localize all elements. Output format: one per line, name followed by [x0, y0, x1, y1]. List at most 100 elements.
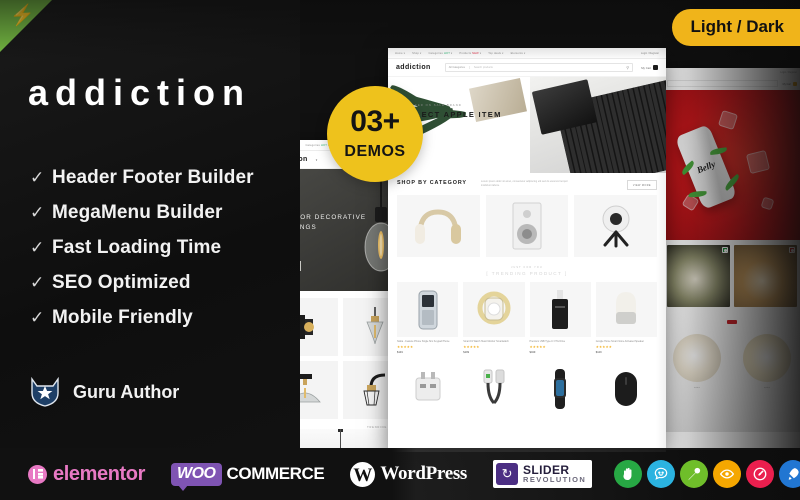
center-topnav: Home ▾ Shop ▾ Categories HOT ▾ Products …: [388, 48, 666, 59]
table-row[interactable]: Google Home Smart Voice Activated Speake…: [595, 282, 657, 354]
list-item[interactable]: [743, 334, 791, 382]
demos-count-badge: 03+ DEMOS: [327, 86, 423, 182]
list-item[interactable]: [734, 245, 797, 307]
woocommerce-label: COMMERCE: [226, 464, 325, 483]
speedometer-icon[interactable]: [746, 460, 775, 488]
beverage-can: Belly: [674, 124, 742, 210]
mockup-center-electronics: Home ▾ Shop ▾ Categories HOT ▾ Products …: [388, 48, 666, 452]
hand-icon[interactable]: [614, 460, 643, 488]
nav-item-products[interactable]: Products NEW ▾: [459, 52, 481, 55]
table-row[interactable]: Smart Fit Watch Heart Monitor Smartwatch…: [463, 282, 525, 354]
demos-label: DEMOS: [344, 143, 406, 160]
can-brand-name: Belly: [695, 159, 717, 176]
right-search-bar: My Cart: [662, 77, 800, 90]
lightning-bolt-icon: ⚡: [9, 4, 36, 28]
list-item[interactable]: [596, 360, 657, 418]
microphone-icon[interactable]: [680, 460, 709, 488]
trending-header: JUST FOR YOU [ TRENDING PRODUCT ]: [388, 257, 666, 282]
refresh-arrows-icon: ↻: [496, 463, 519, 485]
right-cart-link[interactable]: My Cart: [783, 81, 797, 86]
light-dark-badge[interactable]: Light / Dark: [672, 9, 800, 46]
center-search[interactable]: All Categories Search products ⚲: [444, 63, 634, 72]
rating-stars: ★★★★★: [397, 345, 414, 350]
table-row[interactable]: Premium USB Type-C OTG Drive ★★★★★ $049: [529, 282, 591, 354]
right-food-cards: [662, 240, 800, 312]
category-section-header: SHOP BY CATEGORY Lorem ipsum dolor sit a…: [388, 173, 666, 195]
section-description: Lorem ipsum dolor sit amet, consectetur …: [480, 180, 568, 188]
list-item: ✓ MegaMenu Builder: [30, 195, 254, 230]
list-item[interactable]: [397, 195, 480, 257]
dish-name: ●●●●: [694, 386, 700, 389]
product-price: $049: [529, 350, 536, 354]
center-account-link[interactable]: Login / Register: [641, 52, 659, 55]
hero-laptop-image: [530, 77, 666, 173]
trending-title: [ TRENDING PRODUCT ]: [486, 271, 568, 276]
category-grid: [388, 195, 666, 257]
right-account-link[interactable]: Login / Register: [780, 71, 797, 74]
check-icon: ✓: [30, 168, 45, 187]
rating-stars: ★★★★★: [529, 345, 546, 350]
slider-revolution-bottom: REVOLUTION: [523, 475, 587, 485]
rating-stars: ★★★★★: [463, 345, 480, 350]
feature-label: Mobile Friendly: [52, 306, 193, 328]
list-item[interactable]: [574, 195, 658, 257]
wordpress-icon: W: [350, 461, 376, 487]
elementor-label: elementor: [53, 462, 145, 485]
feature-list: ✓ Header Footer Builder ✓ MegaMenu Build…: [30, 160, 254, 335]
list-item[interactable]: [485, 195, 569, 257]
product-price: $149: [397, 350, 403, 354]
nav-item-categories[interactable]: Categories HOT ▾: [428, 52, 452, 55]
product-name: Smart Fit Watch Heart Monitor Smartwatch: [463, 340, 509, 343]
check-icon: ✓: [30, 238, 45, 257]
center-hero: BEST OFFER ON SALE BRAND COLLECT APPLE I…: [388, 77, 666, 173]
plugin-icon-row: [614, 460, 800, 488]
nav-item-home[interactable]: Home ▾: [395, 52, 405, 55]
right-topbar: Login / Register: [662, 68, 800, 77]
list-item: ✓ Mobile Friendly: [30, 300, 254, 335]
guru-cat-shield-icon: [31, 377, 59, 407]
section-tag: [727, 320, 737, 324]
list-item[interactable]: [667, 245, 730, 307]
center-logo[interactable]: addiction: [396, 64, 431, 71]
product-price: $129: [595, 350, 602, 354]
tech-logo-bar: elementor WOO COMMERCE W WordPress ↻ SLI…: [0, 448, 800, 500]
page-title: addiction: [28, 72, 251, 113]
mockup-right-food-drink: Login / Register My Cart Belly ●●●● ●●●●: [662, 68, 800, 450]
woocommerce-logo: WOO COMMERCE: [171, 462, 325, 491]
search-category-select[interactable]: All Categories: [449, 66, 470, 69]
view-more-button[interactable]: VIEW MORE: [626, 180, 657, 190]
rocket-icon[interactable]: [779, 460, 800, 488]
slider-revolution-logo: ↻ SLIDER REVOLUTION: [493, 460, 593, 488]
list-item[interactable]: [463, 360, 524, 418]
section-title: SHOP BY CATEGORY: [397, 180, 467, 186]
nav-item-elements[interactable]: Elements ▾: [511, 52, 526, 55]
center-cart-link[interactable]: My Cart: [641, 65, 658, 70]
right-search-input[interactable]: [667, 80, 778, 87]
product-name: Google Home Smart Voice Activated Speake…: [595, 340, 644, 343]
left-cart-link[interactable]: ▾: [316, 158, 317, 162]
list-item[interactable]: [673, 334, 721, 382]
rating-stars: ★★★★★: [595, 345, 612, 350]
center-brandbar: addiction All Categories Search products…: [388, 59, 666, 77]
nav-item[interactable]: Categories HOT ▾: [305, 144, 329, 147]
table-row[interactable]: Nokia - Feature Phone Single Sim Keypad …: [397, 282, 459, 354]
right-hero-beverage: Belly: [662, 90, 800, 240]
eye-icon[interactable]: [713, 460, 742, 488]
list-item: ✓ Header Footer Builder: [30, 160, 254, 195]
nav-item-shop[interactable]: Shop ▾: [412, 52, 421, 55]
product-price: $199: [463, 350, 470, 354]
list-item[interactable]: [530, 360, 591, 418]
search-input[interactable]: Search products: [474, 66, 493, 69]
feature-label: SEO Optimized: [52, 271, 191, 293]
elementor-logo: elementor: [28, 463, 145, 486]
trending-product-row-2: [388, 354, 666, 418]
search-icon[interactable]: ⚲: [626, 65, 629, 70]
right-dish-section: ●●●● ●●●●: [662, 312, 800, 432]
guru-author-label: Guru Author: [73, 381, 180, 402]
check-icon: ✓: [30, 203, 45, 222]
wordpress-label: WordPress: [380, 463, 468, 484]
list-item: ✓ SEO Optimized: [30, 265, 254, 300]
list-item[interactable]: [397, 360, 458, 418]
chat-smile-icon[interactable]: [647, 460, 676, 488]
nav-item-top-deals[interactable]: Top deals ▾: [488, 52, 503, 55]
